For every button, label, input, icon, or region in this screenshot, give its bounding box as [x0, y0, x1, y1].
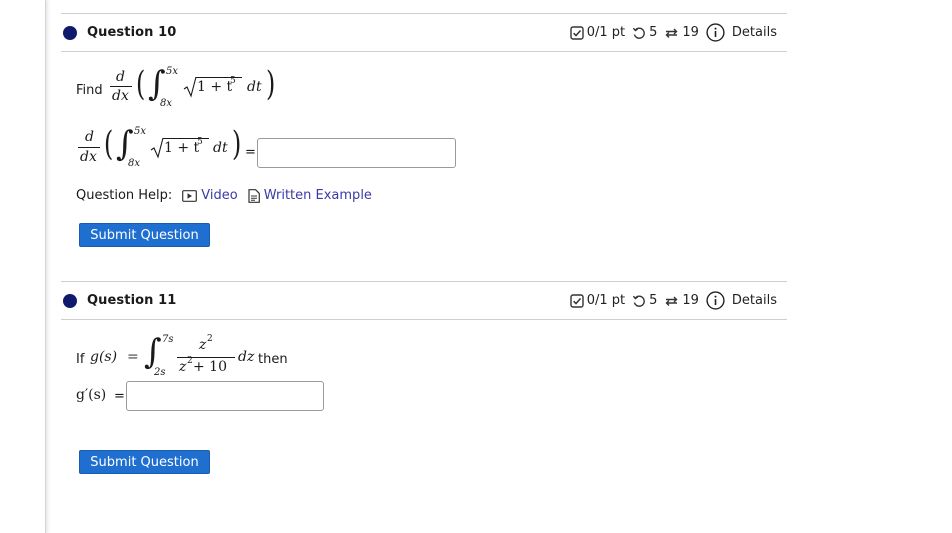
numerator-exponent: 2	[207, 334, 213, 344]
divider	[61, 319, 787, 320]
integrand: 1 + t	[197, 79, 233, 95]
integrand: 1 + t	[164, 140, 200, 156]
status-dot	[63, 293, 77, 308]
fraction-bar	[78, 147, 100, 148]
question-help-label: Question Help:	[76, 188, 173, 203]
divider	[61, 51, 787, 52]
integral-upper: 7s	[162, 334, 174, 345]
g-prime: g′(s)	[76, 387, 107, 403]
score-text: 0/1 pt	[586, 293, 626, 308]
denominator-exponent: 2	[187, 356, 193, 366]
details-link[interactable]: Details	[732, 25, 777, 40]
retries-count: 5	[649, 293, 658, 308]
exponent: 5	[230, 76, 236, 86]
written-example-link[interactable]: Written Example	[248, 188, 372, 203]
math-dx: dx	[112, 88, 129, 104]
attempts-count: 19	[682, 293, 699, 308]
paren-close: )	[232, 124, 242, 164]
attempts-icon	[664, 294, 679, 308]
attempts-icon	[664, 26, 679, 40]
question-help: Question Help: Video Written Example	[76, 188, 372, 203]
g-of-s: g(s)	[90, 349, 118, 365]
math-dx: dx	[80, 149, 97, 165]
math-expression: g(s) = ∫ 7s 2s z 2 z 2 + 10 dz	[90, 332, 280, 384]
then-label: then	[258, 352, 288, 367]
left-rail	[0, 0, 46, 533]
numerator-z: z	[199, 337, 207, 353]
answer-input[interactable]	[257, 138, 456, 168]
exponent: 5	[197, 137, 203, 147]
denominator-z: z	[179, 359, 187, 375]
equals-sign: =	[245, 145, 256, 160]
equals-sign: =	[114, 389, 125, 404]
math-d: d	[116, 69, 125, 85]
math-expression: d dx ( ∫ 5x 8x 1 + t 5 dt )	[110, 64, 290, 116]
dt: dt	[247, 79, 262, 95]
question-header: Question 10 0/1 pt 5 19 Details	[61, 14, 787, 51]
document-icon	[248, 188, 260, 203]
sqrt	[150, 137, 164, 163]
checkbox-icon	[569, 25, 584, 40]
fraction-bar	[177, 357, 235, 358]
denominator-tail: + 10	[193, 359, 227, 375]
question-meta: 0/1 pt 5 19 Details	[569, 14, 777, 51]
fraction-bar	[110, 86, 132, 87]
submit-question-button[interactable]: Submit Question	[79, 223, 210, 247]
question-header: Question 11 0/1 pt 5 19 Details	[61, 282, 787, 319]
status-dot	[63, 25, 77, 40]
question-10: Question 10 0/1 pt 5 19 Details	[61, 13, 787, 52]
question-title: Question 10	[87, 25, 177, 40]
integral-upper: 5x	[166, 66, 179, 77]
paren-open: (	[136, 64, 146, 104]
integral-sign: ∫	[144, 332, 162, 372]
integral-lower: 2s	[154, 367, 166, 378]
dt: dt	[213, 140, 228, 156]
attempts-count: 19	[682, 25, 699, 40]
retry-icon	[632, 294, 646, 308]
submit-question-button[interactable]: Submit Question	[79, 450, 210, 474]
video-icon	[182, 189, 198, 202]
question-11: Question 11 0/1 pt 5 19 Details	[61, 281, 787, 320]
integral-lower: 8x	[128, 158, 141, 169]
dz: dz	[238, 349, 255, 365]
retries-count: 5	[649, 25, 658, 40]
video-link[interactable]: Video	[182, 188, 238, 203]
details-link[interactable]: Details	[732, 293, 777, 308]
math-d: d	[85, 129, 94, 145]
info-icon[interactable]	[706, 291, 725, 310]
if-label: If	[76, 352, 85, 367]
equals-sign: =	[127, 349, 139, 365]
checkbox-icon	[569, 293, 584, 308]
score-text: 0/1 pt	[586, 25, 626, 40]
math-expression-answer: d dx ( ∫ 5x 8x 1 + t 5 dt )	[78, 124, 258, 174]
integral-upper: 5x	[134, 126, 147, 137]
find-label: Find	[76, 83, 103, 98]
paren-open: (	[104, 124, 114, 164]
sqrt	[183, 76, 197, 102]
question-title: Question 11	[87, 293, 177, 308]
answer-input[interactable]	[126, 381, 324, 411]
paren-close: )	[266, 64, 276, 104]
integral-lower: 8x	[160, 98, 173, 109]
info-icon[interactable]	[706, 23, 725, 42]
retry-icon	[632, 26, 646, 40]
question-meta: 0/1 pt 5 19 Details	[569, 282, 777, 319]
